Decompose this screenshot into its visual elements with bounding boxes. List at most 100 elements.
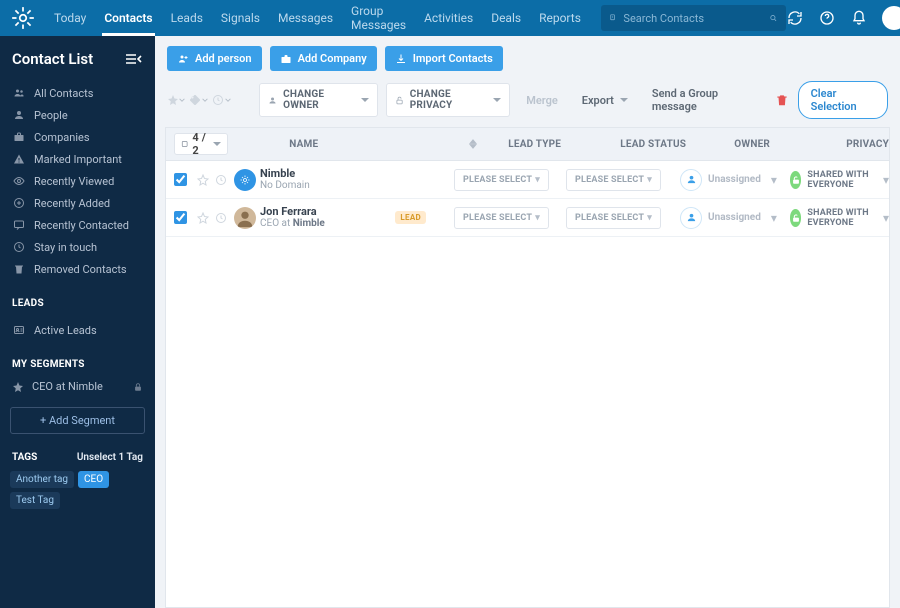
add-person-button[interactable]: Add person: [167, 46, 262, 71]
clock-filter-icon[interactable]: [212, 94, 231, 106]
export-button[interactable]: Export: [574, 94, 636, 107]
star-filter-icon[interactable]: [167, 94, 185, 106]
nav-deals[interactable]: Deals: [491, 0, 521, 36]
nav-leads[interactable]: Leads: [171, 0, 203, 36]
lock-open-icon: [395, 95, 404, 106]
nav-today[interactable]: Today: [54, 0, 86, 36]
row-checkbox[interactable]: [166, 211, 194, 224]
warn-icon: [12, 152, 26, 166]
main-content: Add person Add Company Import Contacts: [155, 36, 900, 608]
lead-status-select[interactable]: PLEASE SELECT▾: [566, 207, 661, 229]
add-company-button[interactable]: Add Company: [270, 46, 377, 71]
sort-icon[interactable]: [469, 139, 477, 149]
sidebar-item-people[interactable]: People: [0, 104, 155, 126]
lead-type-select[interactable]: PLEASE SELECT▾: [454, 169, 549, 191]
table-row: NimbleNo Domain PLEASE SELECT▾ PLEASE SELE…: [166, 161, 889, 199]
sidebar-title: Contact List: [12, 50, 93, 68]
speech-icon: [12, 218, 26, 232]
tag-pill[interactable]: Test Tag: [10, 492, 60, 509]
group-message-button[interactable]: Send a Group message: [644, 87, 758, 113]
person-icon: [12, 108, 26, 122]
clock-icon[interactable]: [212, 212, 230, 224]
users-icon: [12, 86, 26, 100]
header-name[interactable]: NAME: [289, 139, 318, 150]
contact-avatar[interactable]: [230, 169, 260, 191]
header-owner[interactable]: OWNER: [734, 139, 770, 150]
tag-pill[interactable]: Another tag: [10, 471, 74, 488]
top-nav-bar: Today Contacts Leads Signals Messages Group M…: [0, 0, 900, 36]
sidebar-segments-list: CEO at Nimble: [0, 376, 155, 397]
sidebar-item-label: Marked Important: [34, 153, 122, 166]
lock-open-icon: [790, 209, 801, 227]
briefcase-icon: [280, 53, 292, 65]
nav-reports[interactable]: Reports: [539, 0, 581, 36]
header-privacy[interactable]: PRIVACY: [846, 139, 889, 150]
clear-selection-button[interactable]: Clear Selection: [798, 81, 888, 119]
sidebar-item-recently-contacted[interactable]: Recently Contacted: [0, 214, 155, 236]
nav-activities[interactable]: Activities: [424, 0, 473, 36]
sidebar-item-stay-in-touch[interactable]: Stay in touch: [0, 236, 155, 258]
sidebar-item-label: Recently Contacted: [34, 219, 129, 232]
user-avatar[interactable]: [882, 6, 900, 30]
contact-avatar[interactable]: [230, 207, 260, 229]
owner-select[interactable]: Unassigned▾: [680, 169, 790, 191]
row-checkbox[interactable]: [166, 173, 194, 186]
sidebar-item-all-contacts[interactable]: All Contacts: [0, 82, 155, 104]
sidebar-item-label: All Contacts: [34, 87, 93, 100]
header-lead-type[interactable]: LEAD TYPE: [508, 139, 561, 150]
clock-icon[interactable]: [212, 174, 230, 186]
global-search[interactable]: [601, 5, 786, 31]
sidebar-item-removed-contacts[interactable]: Removed Contacts: [0, 258, 155, 280]
sidebar-item-active-leads[interactable]: Active Leads: [0, 319, 155, 341]
nav-signals[interactable]: Signals: [221, 0, 260, 36]
nav-group-messages[interactable]: Group Messages: [351, 0, 406, 36]
delete-icon[interactable]: [774, 93, 790, 107]
leads-section-header: LEADS: [0, 288, 155, 315]
nav-contacts[interactable]: Contacts: [104, 0, 152, 36]
bell-icon[interactable]: [850, 9, 868, 27]
inline-filter-icons: [167, 94, 231, 106]
privacy-select[interactable]: SHARED WITH EVERYONE▾: [790, 208, 889, 228]
header-lead-status[interactable]: LEAD STATUS: [620, 139, 686, 150]
help-icon[interactable]: [818, 9, 836, 27]
primary-actions: Add person Add Company Import Contacts: [155, 36, 900, 81]
table-body: NimbleNo Domain PLEASE SELECT▾ PLEASE SELE…: [166, 161, 889, 237]
plus-circle-icon: [12, 196, 26, 210]
person-icon: [680, 207, 702, 229]
app-logo[interactable]: [10, 2, 36, 34]
sidebar-item-recently-added[interactable]: Recently Added: [0, 192, 155, 214]
privacy-select[interactable]: SHARED WITH EVERYONE▾: [790, 170, 889, 190]
owner-select[interactable]: Unassigned▾: [680, 207, 790, 229]
lead-type-select[interactable]: PLEASE SELECT▾: [454, 207, 549, 229]
contact-name-cell[interactable]: Jon FerraraCEO at Nimble: [260, 205, 390, 230]
trash-icon: [12, 262, 26, 276]
contacts-table: 4 / 2 NAME LEAD TYPE LEAD STATUS OWNER P…: [165, 127, 890, 608]
tag-filter-icon[interactable]: [189, 94, 208, 106]
sidebar-item-companies[interactable]: Companies: [0, 126, 155, 148]
search-icon: [769, 11, 778, 25]
select-count-dropdown[interactable]: 4 / 2: [174, 133, 228, 155]
lead-status-select[interactable]: PLEASE SELECT▾: [566, 169, 661, 191]
contact-name-cell[interactable]: NimbleNo Domain: [260, 167, 390, 192]
star-icon[interactable]: [194, 174, 212, 186]
unselect-tags-link[interactable]: Unselect 1 Tag: [77, 452, 143, 463]
primary-nav: Today Contacts Leads Signals Messages Group M…: [54, 0, 581, 36]
change-privacy-button[interactable]: CHANGE PRIVACY: [386, 83, 511, 117]
segment-item[interactable]: CEO at Nimble: [0, 376, 155, 397]
clock-icon: [12, 240, 26, 254]
add-segment-button[interactable]: + Add Segment: [10, 407, 145, 434]
import-contacts-button[interactable]: Import Contacts: [385, 46, 503, 71]
sync-icon[interactable]: [786, 9, 804, 27]
change-owner-button[interactable]: CHANGE OWNER: [259, 83, 378, 117]
sidebar-item-label: Stay in touch: [34, 241, 97, 254]
collapse-sidebar-icon[interactable]: [125, 53, 143, 65]
sidebar-item-recently-viewed[interactable]: Recently Viewed: [0, 170, 155, 192]
sidebar-item-marked-important[interactable]: Marked Important: [0, 148, 155, 170]
star-icon[interactable]: [194, 212, 212, 224]
id-icon: [12, 323, 26, 337]
sidebar: Contact List All Contacts PeopleCompanies…: [0, 36, 155, 608]
search-input[interactable]: [617, 12, 769, 25]
tag-list: Another tagCEO Test Tag: [0, 471, 155, 525]
nav-messages[interactable]: Messages: [278, 0, 333, 36]
tag-pill[interactable]: CEO: [78, 471, 109, 488]
